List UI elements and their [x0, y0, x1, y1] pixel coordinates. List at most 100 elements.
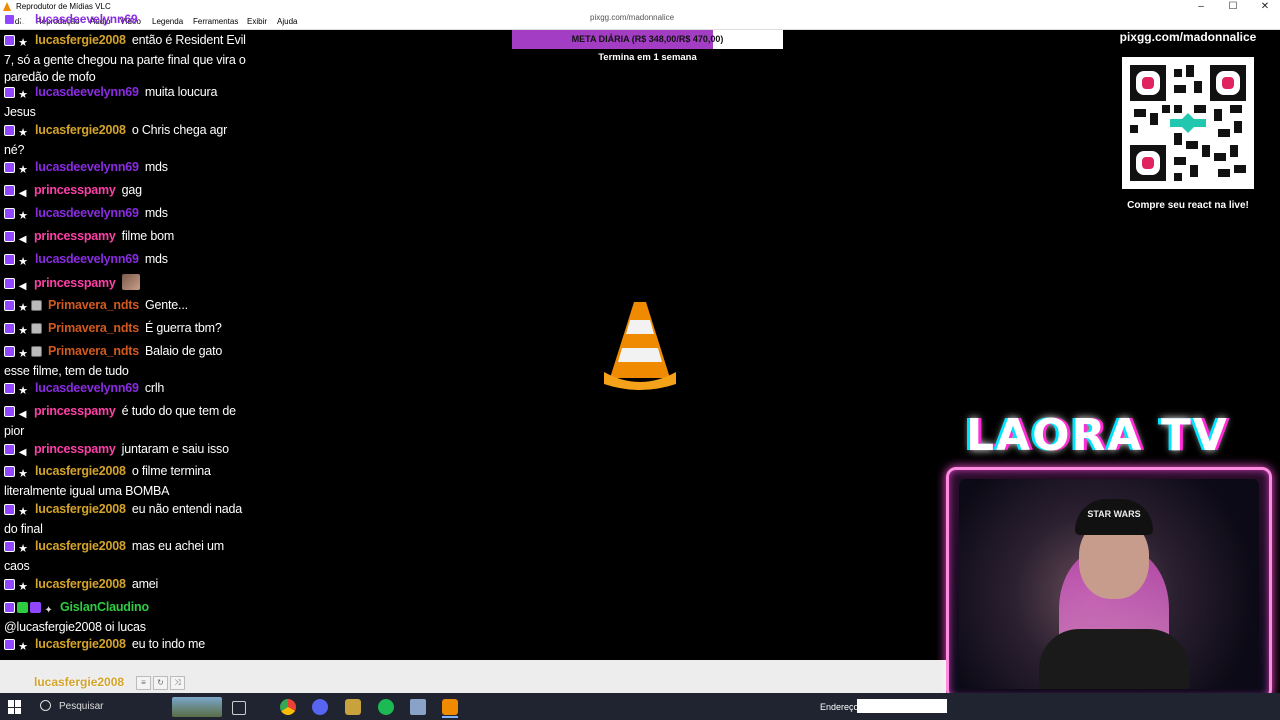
star-badge-icon: ★ — [18, 89, 28, 101]
subscriber-badge-icon — [4, 162, 15, 173]
shuffle-button[interactable]: ⤨ — [170, 676, 185, 690]
gift-badge-icon: ✦ — [44, 605, 53, 616]
star-badge-icon: ★ — [18, 468, 28, 480]
star-badge-icon: ★ — [18, 325, 28, 337]
chat-text: amei — [131, 577, 159, 591]
app-icon-yellow[interactable] — [345, 699, 361, 715]
taskbar-search[interactable]: Pesquisar — [59, 701, 103, 712]
window-controls: – ☐ ✕ — [1194, 0, 1272, 14]
subscriber-badge-icon — [4, 602, 15, 613]
star-badge-icon: ★ — [18, 37, 28, 49]
chat-message: ★ Primavera_ndts Balaio de gato esse filme… — [4, 343, 248, 380]
subscriber-badge-icon — [4, 406, 15, 417]
chat-text: filme bom — [121, 229, 175, 243]
chat-emote — [121, 274, 140, 290]
goal-deadline: Termina em 1 semana — [598, 52, 697, 63]
chat-username: princesspamy — [34, 229, 116, 243]
vlc-control-bar: ≡ ↻ ⤨ — [0, 660, 946, 693]
chat-username: Primavera_ndts — [48, 321, 139, 335]
channel-logo: LAORA TV — [966, 410, 1229, 461]
chat-message: ★ lucasdeevelynn69 mds — [4, 159, 248, 179]
subscriber-badge-icon — [4, 346, 15, 357]
file-explorer-icon[interactable] — [410, 699, 426, 715]
subscriber-badge-icon — [4, 541, 15, 552]
chat-message: ★ lucasfergie2008 então é Resident Evil 7,… — [4, 32, 248, 87]
menu-ajuda[interactable]: Ajuda — [277, 17, 297, 26]
subscriber-badge-icon — [4, 87, 15, 98]
subscriber-badge-icon — [4, 579, 15, 590]
star-badge-icon: ★ — [18, 506, 28, 518]
chat-message: ◀ princesspamy é tudo do que tem de pior — [4, 403, 248, 440]
active-app-indicator — [442, 716, 458, 718]
playlist-button[interactable]: ≡ — [136, 676, 151, 690]
close-button[interactable]: ✕ — [1258, 0, 1272, 14]
loop-button[interactable]: ↻ — [153, 676, 168, 690]
chat-text: crlh — [144, 381, 165, 395]
star-badge-icon: ★ — [18, 210, 28, 222]
minimize-button[interactable]: – — [1194, 0, 1208, 14]
subscriber-badge-icon — [4, 639, 15, 650]
chat-username: lucasdeevelynn69 — [35, 85, 139, 99]
chat-text: juntaram e saiu isso — [121, 442, 229, 456]
goal-bar: META DIÁRIA (R$ 348,00/R$ 470,00) — [512, 30, 783, 49]
chat-username: lucasfergie2008 — [35, 539, 126, 553]
gray-badge-icon — [31, 323, 42, 334]
chat-message: ★ lucasdeevelynn69 mds — [4, 251, 248, 271]
gray-badge-icon — [31, 300, 42, 311]
chat-message: ◀ princesspamy juntaram e saiu isso — [4, 441, 248, 461]
chat-message: ★ lucasfergie2008 eu não entendi nada do f… — [4, 501, 248, 538]
webcam-body — [1039, 629, 1189, 689]
chat-message: ◀ princesspamy — [4, 274, 248, 295]
chat-text: mds — [144, 252, 168, 266]
subscriber-badge-icon — [4, 323, 15, 334]
address-input[interactable] — [857, 699, 947, 713]
speaker-badge-icon: ◀ — [18, 188, 27, 199]
chat-text: Gente... — [145, 298, 188, 312]
qr-caption: Compre seu react na live! — [1127, 200, 1249, 211]
search-icon[interactable] — [40, 700, 51, 711]
chat-username: lucasfergie2008 — [35, 502, 126, 516]
menu-exibir[interactable]: Exibir — [247, 17, 267, 26]
chat-message: ★ Primavera_ndts É guerra tbm? — [4, 320, 248, 340]
chat-username: lucasdeevelynn69 — [35, 252, 139, 266]
star-badge-icon: ★ — [18, 348, 28, 360]
subscriber-badge-icon — [4, 300, 15, 311]
task-view-icon[interactable] — [232, 701, 246, 715]
chat-username: lucasfergie2008 — [35, 123, 126, 137]
speaker-badge-icon: ◀ — [18, 447, 27, 458]
chat-message: ★ lucasfergie2008 mas eu achei um caos — [4, 538, 248, 575]
chat-text: mds — [144, 206, 168, 220]
vlc-cone-icon — [604, 302, 676, 390]
chat-username: lucasfergie2008 — [35, 33, 126, 47]
subscriber-badge-icon — [4, 504, 15, 515]
subscriber-badge-icon — [4, 125, 15, 136]
subscriber-badge-icon — [4, 14, 15, 25]
chat-username: Primavera_ndts — [48, 298, 139, 312]
chat-message: ★ lucasfergie2008 o Chris chega agr né? — [4, 122, 248, 159]
chat-username: lucasdeevelynn69 — [35, 160, 139, 174]
chat-message: ★ lucasdeevelynn69 crlh — [4, 380, 248, 400]
discord-icon[interactable] — [312, 699, 328, 715]
maximize-button[interactable]: ☐ — [1226, 0, 1240, 14]
subscriber-badge-icon — [4, 35, 15, 46]
qr-code — [1122, 57, 1254, 189]
chat-username: princesspamy — [34, 442, 116, 456]
chat-message: ★ lucasfergie2008 amei — [4, 576, 248, 596]
chat-message: ★ lucasfergie2008 o filme termina literalm… — [4, 463, 248, 500]
chat-message: ◀ princesspamy gag — [4, 182, 248, 202]
chat-overlay: ★ lucasdeevelynn69 ★ lucasfergie2008 então … — [0, 8, 250, 663]
chrome-icon[interactable] — [280, 699, 296, 715]
start-button[interactable] — [8, 700, 22, 714]
subscriber-badge-icon — [4, 466, 15, 477]
star-badge-icon: ★ — [18, 256, 28, 268]
star-badge-icon: ★ — [18, 16, 28, 28]
webcam-beanie: STAR WARS — [1075, 499, 1153, 535]
vlc-taskbar-icon[interactable] — [442, 699, 458, 715]
speaker-badge-icon: ◀ — [18, 281, 27, 292]
app-icon-green[interactable] — [378, 699, 394, 715]
weather-widget[interactable] — [172, 697, 222, 717]
subscriber-badge-icon — [4, 278, 15, 289]
chat-username: lucasfergie2008 — [35, 577, 126, 591]
star-badge-icon: ★ — [18, 385, 28, 397]
subscriber-badge-icon — [4, 185, 15, 196]
